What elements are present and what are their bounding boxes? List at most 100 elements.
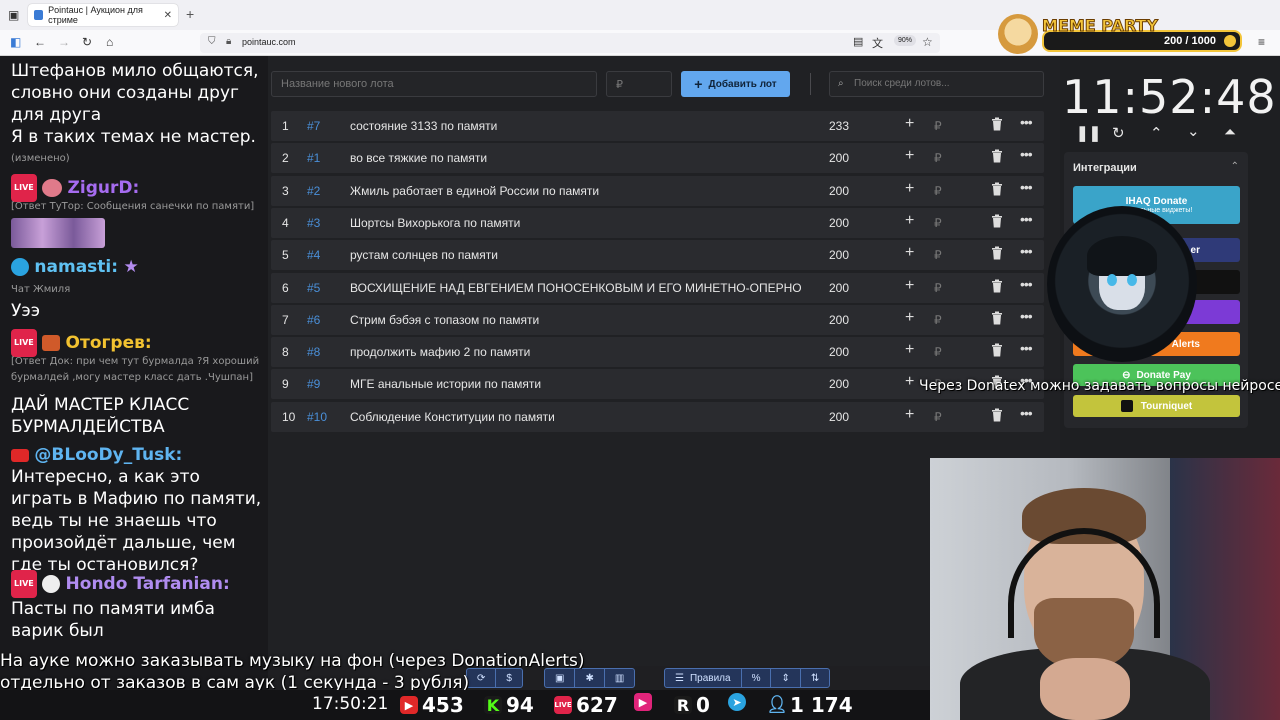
trash-icon[interactable] bbox=[991, 246, 1003, 260]
percent-button[interactable]: % bbox=[742, 669, 772, 687]
add-lot-button[interactable]: + Добавить лот bbox=[681, 71, 790, 97]
lot-search-input[interactable]: ⌕ Поиск среди лотов... bbox=[829, 71, 1044, 97]
reader-view-icon[interactable]: ▤ bbox=[853, 35, 863, 48]
lot-row[interactable]: 3 #2 Жмиль работает в единой России по пам… bbox=[271, 175, 1044, 206]
lot-name[interactable]: во все тяжкие по памяти bbox=[350, 151, 802, 165]
menu-icon[interactable]: ≡ bbox=[1258, 35, 1265, 49]
lot-row[interactable]: 5 #4 рустам солнцев по памяти 200 + ₽ ••• bbox=[271, 240, 1044, 271]
lot-id[interactable]: #1 bbox=[307, 151, 320, 165]
lot-name[interactable]: Соблюдение Конституции по памяти bbox=[350, 410, 802, 424]
lot-id[interactable]: #6 bbox=[307, 313, 320, 327]
back-icon[interactable]: ← bbox=[34, 35, 46, 49]
split-icon[interactable]: ⇕ bbox=[771, 669, 801, 687]
add-amount-icon[interactable]: + bbox=[905, 147, 914, 165]
price-input[interactable]: ₽ bbox=[606, 71, 672, 97]
lot-id[interactable]: #8 bbox=[307, 345, 320, 359]
more-icon[interactable]: ••• bbox=[1020, 405, 1033, 421]
integration-label: Alerts bbox=[1171, 338, 1200, 350]
lot-row[interactable]: 6 #5 ВОСХИЩЕНИЕ НАД ЕВГЕНИЕМ ПОНОСЕНКОВЫМ … bbox=[271, 272, 1044, 303]
lot-row[interactable]: 1 #7 состояние 3133 по памяти 233 + ₽ ••• bbox=[271, 111, 1044, 141]
lot-name[interactable]: продолжить мафию 2 по памяти bbox=[350, 345, 802, 359]
tab-list-icon[interactable]: ▣ bbox=[8, 8, 19, 22]
clear-icon[interactable]: ▥ bbox=[605, 669, 634, 687]
browser-tab[interactable]: Pointauc | Аукцион для стриме ✕ bbox=[28, 4, 178, 26]
add-amount-icon[interactable]: + bbox=[905, 341, 914, 359]
tab-close-icon[interactable]: ✕ bbox=[164, 10, 172, 21]
lot-name[interactable]: Жмиль работает в единой России по памяти bbox=[350, 184, 802, 198]
trash-icon[interactable] bbox=[991, 182, 1003, 196]
more-icon[interactable]: ••• bbox=[1020, 308, 1033, 324]
lot-id[interactable]: #2 bbox=[307, 184, 320, 198]
lot-id[interactable]: #3 bbox=[307, 216, 320, 230]
more-icon[interactable]: ••• bbox=[1020, 340, 1033, 356]
ruble-icon[interactable]: ₽ bbox=[934, 184, 942, 198]
ruble-icon[interactable]: ₽ bbox=[934, 313, 942, 327]
sort-icon[interactable]: ⇅ bbox=[801, 669, 829, 687]
forward-icon[interactable]: → bbox=[58, 35, 70, 49]
add-amount-icon[interactable]: + bbox=[905, 373, 914, 391]
add-amount-icon[interactable]: + bbox=[905, 309, 914, 327]
add-amount-icon[interactable]: + bbox=[905, 180, 914, 198]
new-lot-input[interactable]: Название нового лота bbox=[271, 71, 597, 97]
url-field[interactable]: ⛉ 🔒︎ pointauc.com bbox=[200, 33, 940, 53]
double-chevron-up-icon[interactable]: ⏶ bbox=[1224, 124, 1236, 141]
more-icon[interactable]: ••• bbox=[1020, 146, 1033, 162]
lot-id[interactable]: #10 bbox=[307, 410, 327, 424]
add-amount-icon[interactable]: + bbox=[905, 406, 914, 424]
trash-icon[interactable] bbox=[991, 214, 1003, 228]
lot-id[interactable]: #9 bbox=[307, 377, 320, 391]
trash-icon[interactable] bbox=[991, 408, 1003, 422]
trash-icon[interactable] bbox=[991, 117, 1003, 131]
rules-button[interactable]: ☰ Правила bbox=[665, 669, 742, 687]
add-amount-icon[interactable]: + bbox=[905, 212, 914, 230]
ruble-icon[interactable]: ₽ bbox=[934, 216, 942, 230]
more-icon[interactable]: ••• bbox=[1020, 179, 1033, 195]
trash-icon[interactable] bbox=[991, 311, 1003, 325]
ruble-icon[interactable]: ₽ bbox=[934, 345, 942, 359]
ruble-icon[interactable]: ₽ bbox=[934, 248, 942, 262]
more-icon[interactable]: ••• bbox=[1020, 276, 1033, 292]
lot-row[interactable]: 8 #8 продолжить мафию 2 по памяти 200 + ₽ ••• bbox=[271, 337, 1044, 368]
reload-icon[interactable]: ↻ bbox=[82, 35, 92, 49]
more-icon[interactable]: ••• bbox=[1020, 114, 1033, 130]
lot-id[interactable]: #7 bbox=[307, 119, 320, 133]
chat-message-header: LIVE ZigurD: bbox=[11, 174, 139, 202]
reset-icon[interactable]: ↻ bbox=[1112, 124, 1125, 142]
trash-icon[interactable] bbox=[991, 343, 1003, 357]
more-icon[interactable]: ••• bbox=[1020, 243, 1033, 259]
chevron-up-icon[interactable]: ⌃ bbox=[1231, 161, 1239, 172]
lot-row[interactable]: 7 #6 Стрим бэбэя с топазом по памяти 200 + ₽ •… bbox=[271, 304, 1044, 335]
lot-id[interactable]: #5 bbox=[307, 281, 320, 295]
chevron-up-icon[interactable]: ⌃ bbox=[1150, 124, 1163, 142]
ruble-icon[interactable]: ₽ bbox=[934, 281, 942, 295]
more-icon[interactable]: ••• bbox=[1020, 211, 1033, 227]
lot-row[interactable]: 2 #1 во все тяжкие по памяти 200 + ₽ ••• bbox=[271, 143, 1044, 174]
trash-icon[interactable] bbox=[991, 279, 1003, 293]
ruble-icon[interactable]: ₽ bbox=[934, 151, 942, 165]
pause-icon[interactable]: ❚❚ bbox=[1076, 124, 1101, 142]
lot-row[interactable]: 4 #3 Шортсы Вихорькога по памяти 200 + ₽ ••• bbox=[271, 207, 1044, 238]
translate-icon[interactable]: 文 bbox=[872, 35, 883, 51]
trash-icon[interactable] bbox=[991, 149, 1003, 163]
bookmark-star-icon[interactable]: ☆ bbox=[922, 35, 933, 49]
add-amount-icon[interactable]: + bbox=[905, 115, 914, 133]
lot-name[interactable]: МГЕ анальные истории по памяти bbox=[350, 377, 802, 391]
ruble-icon[interactable]: ₽ bbox=[934, 119, 942, 133]
add-amount-icon[interactable]: + bbox=[905, 244, 914, 262]
new-tab-button[interactable]: + bbox=[186, 6, 194, 22]
lot-name[interactable]: Стрим бэбэя с топазом по памяти bbox=[350, 313, 802, 327]
tourniquet-button[interactable]: Tourniquet bbox=[1073, 395, 1240, 417]
home-icon[interactable]: ⌂ bbox=[106, 35, 113, 49]
user-icon: 👤︎ bbox=[766, 695, 788, 715]
zoom-level[interactable]: 90% bbox=[894, 35, 917, 46]
lot-id[interactable]: #4 bbox=[307, 248, 320, 262]
lot-name[interactable]: рустам солнцев по памяти bbox=[350, 248, 802, 262]
add-amount-icon[interactable]: + bbox=[905, 277, 914, 295]
lot-name[interactable]: ВОСХИЩЕНИЕ НАД ЕВГЕНИЕМ ПОНОСЕНКОВЫМ И Е… bbox=[350, 281, 802, 295]
chevron-down-icon[interactable]: ⌄ bbox=[1187, 122, 1200, 140]
lot-name[interactable]: состояние 3133 по памяти bbox=[350, 119, 802, 133]
ruble-icon[interactable]: ₽ bbox=[934, 410, 942, 424]
sidebar-icon[interactable]: ◧ bbox=[10, 35, 21, 49]
lot-name[interactable]: Шортсы Вихорькога по памяти bbox=[350, 216, 802, 230]
lot-row[interactable]: 10 #10 Соблюдение Конституции по памяти 200… bbox=[271, 401, 1044, 432]
